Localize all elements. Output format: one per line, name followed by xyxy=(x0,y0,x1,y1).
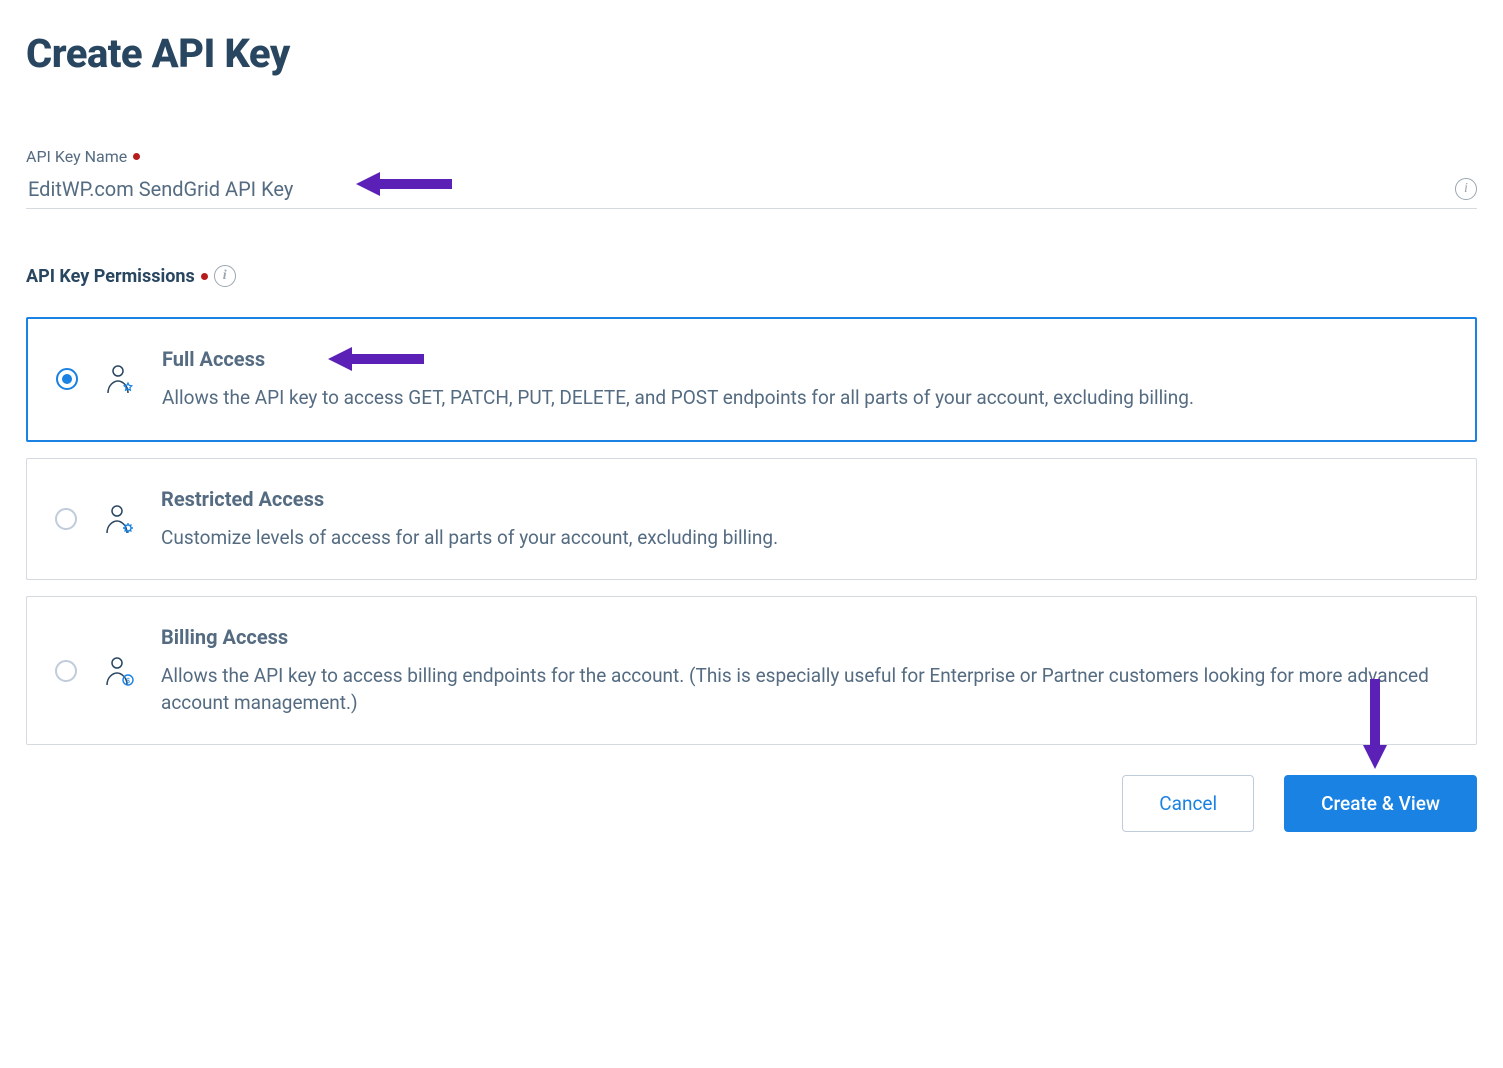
permission-option-restricted-access[interactable]: Restricted Access Customize levels of ac… xyxy=(26,458,1477,581)
permission-body: Billing Access Allows the API key to acc… xyxy=(161,625,1448,716)
api-key-name-label: API Key Name xyxy=(26,147,1477,166)
radio-full-access[interactable] xyxy=(56,368,78,390)
permission-option-billing-access[interactable]: $ Billing Access Allows the API key to a… xyxy=(26,596,1477,745)
button-row: Cancel Create & View xyxy=(26,775,1477,832)
required-dot-icon xyxy=(201,273,208,280)
svg-text:$: $ xyxy=(126,678,130,685)
permission-body: Restricted Access Customize levels of ac… xyxy=(161,487,1448,552)
api-key-name-row: i xyxy=(26,176,1477,209)
api-key-name-label-text: API Key Name xyxy=(26,147,127,166)
required-dot-icon xyxy=(133,153,140,160)
api-key-permissions-label: API Key Permissions i xyxy=(26,265,1477,287)
permission-option-full-access[interactable]: Full Access Allows the API key to access… xyxy=(26,317,1477,442)
radio-restricted-access[interactable] xyxy=(55,508,77,530)
info-icon[interactable]: i xyxy=(1455,178,1477,200)
api-key-name-input[interactable] xyxy=(26,176,1455,202)
radio-billing-access[interactable] xyxy=(55,660,77,682)
permission-body: Full Access Allows the API key to access… xyxy=(162,347,1447,412)
permission-title: Full Access xyxy=(162,347,1447,371)
user-star-icon xyxy=(104,363,136,395)
user-dollar-icon: $ xyxy=(103,655,135,687)
permission-description: Customize levels of access for all parts… xyxy=(161,525,1448,552)
create-and-view-button[interactable]: Create & View xyxy=(1284,775,1477,832)
page-title: Create API Key xyxy=(26,30,1477,77)
permission-title: Restricted Access xyxy=(161,487,1448,511)
user-gear-icon xyxy=(103,503,135,535)
permission-title: Billing Access xyxy=(161,625,1448,649)
permission-description: Allows the API key to access billing end… xyxy=(161,663,1448,716)
cancel-button[interactable]: Cancel xyxy=(1122,775,1254,832)
api-key-permissions-label-text: API Key Permissions xyxy=(26,266,195,287)
info-icon[interactable]: i xyxy=(214,265,236,287)
permission-description: Allows the API key to access GET, PATCH,… xyxy=(162,385,1447,412)
